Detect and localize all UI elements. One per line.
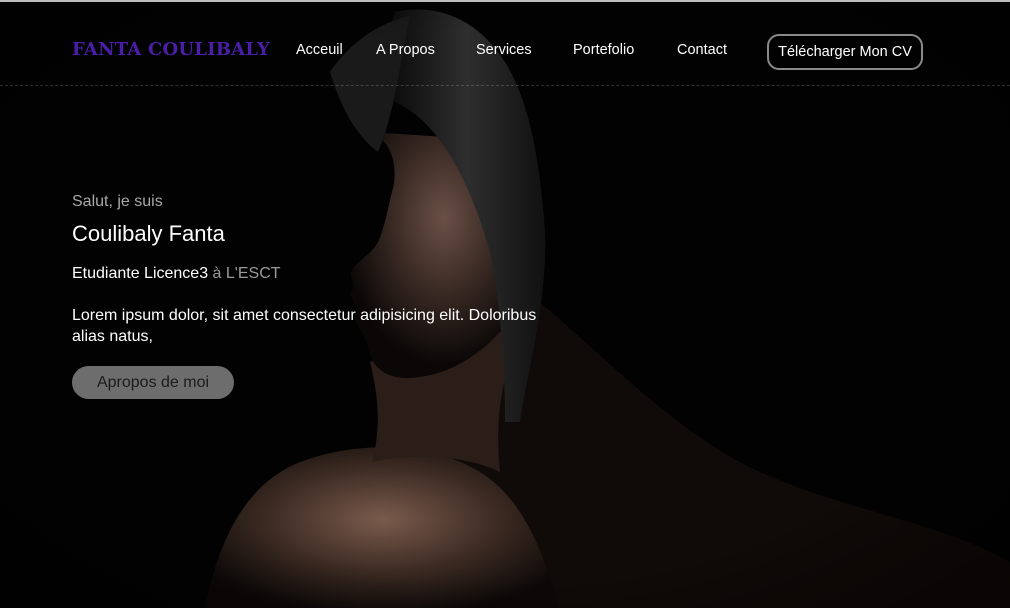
about-me-button[interactable]: Apropos de moi [72, 366, 234, 399]
header-divider [0, 85, 1010, 86]
nav-link-acceuil[interactable]: Acceuil [296, 42, 343, 58]
hero-name: Coulibaly Fanta [72, 221, 225, 246]
nav-link-portefolio[interactable]: Portefolio [573, 42, 634, 58]
role-school: à L'ESCT [208, 265, 281, 282]
download-cv-button[interactable]: Télécharger Mon CV [767, 34, 923, 70]
nav-link-a-propos[interactable]: A Propos [376, 42, 435, 58]
role-main: Etudiante Licence3 [72, 265, 209, 282]
logo[interactable]: FANTA COULIBALY [72, 39, 270, 60]
nav-link-services[interactable]: Services [476, 42, 532, 58]
hero-greeting: Salut, je suis [72, 193, 163, 210]
hero-description: Lorem ipsum dolor, sit amet consectetur … [72, 307, 537, 345]
nav-link-contact[interactable]: Contact [677, 42, 727, 58]
site-header: FANTA COULIBALY Acceuil A Propos Service… [0, 2, 1010, 86]
hero-role: Etudiante Licence3 à L'ESCT [72, 265, 281, 283]
